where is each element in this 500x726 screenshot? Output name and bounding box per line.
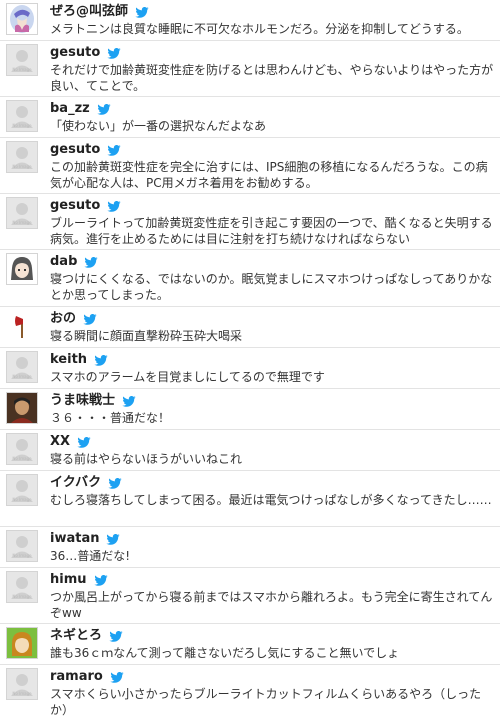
avatar[interactable]: No Image	[6, 197, 38, 229]
twitter-bird-icon[interactable]	[135, 6, 149, 18]
tweet-item: No Image gesuto ブルーライトって加齢黄斑変性症を引き起こす要因の…	[0, 194, 500, 250]
tweet-text: メラトニンは良質な睡眠に不可欠なホルモンだろ。分泌を抑制してどうする。	[50, 22, 469, 36]
no-image-label: No Image	[12, 164, 32, 169]
twitter-bird-icon[interactable]	[109, 630, 123, 642]
tweet-item: No Image イクバク むしろ寝落ちしてしまって困る。最近は電気つけっぱなし…	[0, 471, 500, 527]
twitter-bird-icon[interactable]	[110, 671, 124, 683]
tweet-text: 寝る前はやらないほうがいいねこれ	[50, 452, 243, 466]
tweet-item: ぜろ@叫弦師 メラトニンは良質な睡眠に不可欠なホルモンだろ。分泌を抑制してどうす…	[0, 0, 500, 41]
avatar[interactable]	[6, 392, 38, 424]
avatar[interactable]: No Image	[6, 433, 38, 465]
avatar[interactable]: No Image	[6, 351, 38, 383]
user-name[interactable]: iwatan	[50, 530, 99, 548]
twitter-bird-icon[interactable]	[84, 256, 98, 268]
no-image-label: No Image	[12, 67, 32, 72]
user-name[interactable]: keith	[50, 351, 87, 369]
tweet-text: スマホのアラームを目覚ましにしてるので無理です	[50, 370, 325, 384]
user-name[interactable]: おの	[50, 310, 76, 328]
tweet-text: むしろ寝落ちしてしまって困る。最近は電気つけっぱなしが多くなってきたし……	[50, 493, 492, 507]
no-image-label: No Image	[12, 497, 32, 502]
tweet-item: うま味戦士 ３６・・・普通だな！	[0, 389, 500, 430]
user-name[interactable]: gesuto	[50, 197, 100, 215]
tweet-text: 寝つけにくくなる、ではないのか。眠気覚ましにスマホつけっぱなしってありかなとか思…	[50, 272, 493, 302]
tweet-item: No Image iwatan 36…普通だな!	[0, 527, 500, 568]
no-image-label: No Image	[12, 374, 32, 379]
tweet-text: 寝る瞬間に顔面直撃粉砕玉砕大喝采	[50, 329, 243, 343]
user-name[interactable]: dab	[50, 253, 77, 271]
portrait-photo-icon	[7, 393, 37, 423]
twitter-bird-icon[interactable]	[107, 47, 121, 59]
twitter-bird-icon[interactable]	[77, 436, 91, 448]
no-image-label: No Image	[12, 220, 32, 225]
tweet-item: No Image ramaro スマホくらい小さかったらブルーライトカットフィル…	[0, 665, 500, 721]
axe-icon	[15, 316, 23, 338]
twitter-bird-icon[interactable]	[108, 477, 122, 489]
no-image-label: No Image	[12, 456, 32, 461]
user-name[interactable]: ネギとろ	[50, 627, 102, 645]
twitter-bird-icon[interactable]	[97, 103, 111, 115]
twitter-bird-icon[interactable]	[107, 200, 121, 212]
tweet-item: No Image XX 寝る前はやらないほうがいいねこれ	[0, 430, 500, 471]
user-name[interactable]: ぜろ@叫弦師	[50, 3, 128, 21]
tweet-text: 誰も36ｃｍなんて測って離さないだろし気にすること無いでしょ	[50, 646, 400, 660]
user-name[interactable]: himu	[50, 571, 87, 589]
tweet-text: この加齢黄斑変性症を完全に治すには、IPS細胞の移植になるんだろうな。この病気が…	[50, 160, 488, 190]
tweet-item: ネギとろ 誰も36ｃｍなんて測って離さないだろし気にすること無いでしょ	[0, 624, 500, 665]
no-image-label: No Image	[12, 594, 32, 599]
avatar[interactable]	[6, 310, 38, 342]
tweet-text: 36…普通だな!	[50, 549, 131, 563]
anime-character-avatar-icon	[11, 257, 33, 280]
green-character-avatar-icon	[7, 628, 37, 658]
twitter-bird-icon[interactable]	[94, 354, 108, 366]
avatar[interactable]	[6, 3, 38, 35]
twitter-bird-icon[interactable]	[122, 395, 136, 407]
tweet-item: No Image keith スマホのアラームを目覚ましにしてるので無理です	[0, 348, 500, 389]
twitter-bird-icon[interactable]	[107, 144, 121, 156]
avatar[interactable]: No Image	[6, 100, 38, 132]
tweet-text: 「使わない」が一番の選択なんだよなあ	[50, 119, 267, 133]
tweet-item: No Image gesuto それだけで加齢黄斑変性症を防げるとは思わんけども…	[0, 41, 500, 97]
tweet-item: No Image himu つか風呂上がってから寝る前まではスマホから離れろよ。…	[0, 568, 500, 624]
tweet-item: おの 寝る瞬間に顔面直撃粉砕玉砕大喝采	[0, 307, 500, 348]
tweet-item: dab 寝つけにくくなる、ではないのか。眠気覚ましにスマホつけっぱなしってありか…	[0, 250, 500, 307]
twitter-bird-icon[interactable]	[83, 313, 97, 325]
avatar[interactable]: No Image	[6, 141, 38, 173]
avatar[interactable]: No Image	[6, 530, 38, 562]
twitter-bird-icon[interactable]	[106, 533, 121, 545]
avatar[interactable]: No Image	[6, 44, 38, 76]
avatar[interactable]: No Image	[6, 571, 38, 603]
avatar[interactable]: No Image	[6, 668, 38, 700]
tweet-feed: ぜろ@叫弦師 メラトニンは良質な睡眠に不可欠なホルモンだろ。分泌を抑制してどうす…	[0, 0, 500, 721]
tweet-item: No Image gesuto この加齢黄斑変性症を完全に治すには、IPS細胞の…	[0, 138, 500, 194]
no-image-label: No Image	[12, 553, 32, 558]
user-name[interactable]: ramaro	[50, 668, 103, 686]
tweet-text: ブルーライトって加齢黄斑変性症を引き起こす要因の一つで、酷くなると失明する病気。…	[50, 216, 493, 246]
tweet-text: スマホくらい小さかったらブルーライトカットフィルムくらいあるやろ（しったか）	[50, 687, 482, 717]
user-name[interactable]: gesuto	[50, 141, 100, 159]
user-name[interactable]: ba_zz	[50, 100, 90, 118]
twitter-bird-icon[interactable]	[93, 574, 108, 586]
tweet-text: それだけで加齢黄斑変性症を防げるとは思わんけども、やらないよりはやった方が良い、…	[50, 63, 494, 93]
user-name[interactable]: gesuto	[50, 44, 100, 62]
tweet-text: つか風呂上がってから寝る前まではスマホから離れろよ。もう完全に寄生されてんぞww	[50, 590, 493, 620]
no-image-label: No Image	[12, 691, 32, 696]
user-name[interactable]: XX	[50, 433, 70, 451]
tweet-text: ３６・・・普通だな！	[50, 411, 171, 425]
avatar[interactable]	[6, 627, 38, 659]
tweet-item: No Image ba_zz 「使わない」が一番の選択なんだよなあ	[0, 97, 500, 138]
no-image-label: No Image	[12, 123, 32, 128]
character-avatar-icon	[10, 5, 34, 33]
user-name[interactable]: うま味戦士	[50, 392, 115, 410]
avatar[interactable]: No Image	[6, 474, 38, 506]
avatar[interactable]	[6, 253, 38, 285]
user-name[interactable]: イクバク	[50, 474, 101, 492]
